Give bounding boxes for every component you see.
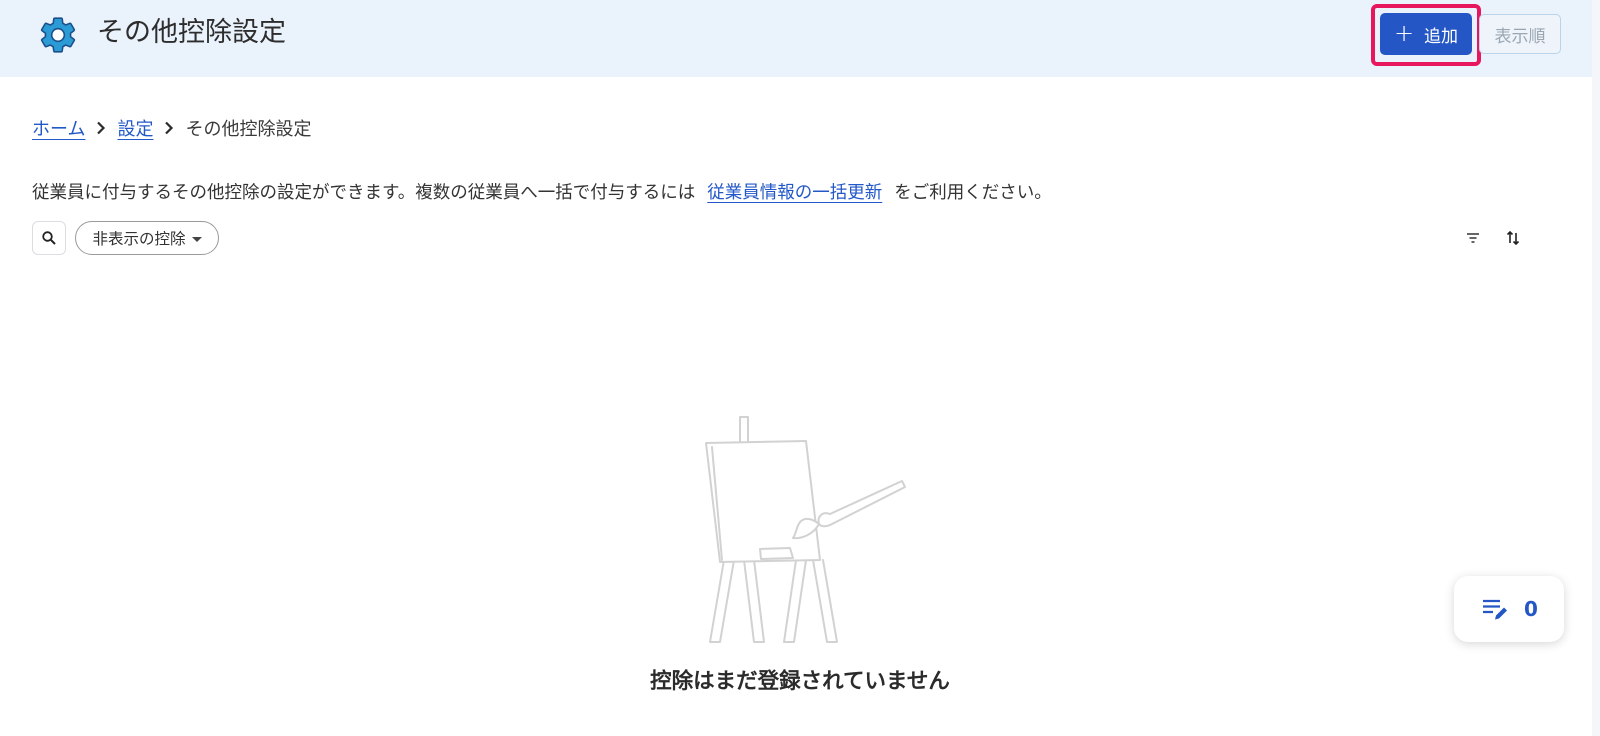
filter-chip-label: 非表示の控除	[92, 230, 186, 248]
search-button[interactable]	[32, 221, 66, 255]
plus-icon: +	[1393, 19, 1415, 47]
page-description: 従業員に付与するその他控除の設定ができます。複数の従業員へ一括で付与するには 従業…	[32, 181, 1052, 205]
description-text-end: をご利用ください。	[894, 183, 1052, 203]
description-text: 従業員に付与するその他控除の設定ができます。複数の従業員へ一括で付与するには	[32, 183, 696, 203]
sort-button[interactable]	[1501, 226, 1525, 250]
search-icon	[42, 231, 56, 245]
empty-state-message: 控除はまだ登録されていません	[650, 669, 950, 694]
breadcrumb-settings-link[interactable]: 設定	[117, 115, 153, 141]
add-button-label: 追加	[1424, 26, 1459, 47]
chevron-right-icon	[89, 116, 113, 140]
scrollbar-track[interactable]	[1592, 0, 1600, 736]
sort-icon	[1506, 230, 1520, 246]
add-button[interactable]: + 追加	[1380, 13, 1472, 55]
filter-button[interactable]	[1461, 226, 1485, 250]
breadcrumb-current: その他控除設定	[185, 119, 312, 140]
breadcrumb-home-link[interactable]: ホーム	[32, 115, 85, 141]
bulk-update-link[interactable]: 従業員情報の一括更新	[707, 183, 882, 203]
easel-icon	[705, 416, 906, 643]
filter-icon	[1467, 233, 1479, 243]
page-title: その他控除設定	[97, 17, 286, 48]
breadcrumb: ホーム 設定 その他控除設定	[32, 116, 311, 140]
edit-list-icon	[1483, 599, 1508, 620]
display-order-button[interactable]: 表示順	[1479, 14, 1561, 54]
chevron-right-icon	[157, 116, 181, 140]
display-order-button-label: 表示順	[1494, 26, 1546, 47]
edit-count: 0	[1524, 597, 1538, 621]
edit-list-fab[interactable]: 0	[1454, 576, 1564, 642]
gear-icon	[40, 17, 76, 53]
caret-down-icon	[191, 236, 202, 242]
hidden-deductions-filter-chip[interactable]: 非表示の控除	[75, 221, 219, 255]
